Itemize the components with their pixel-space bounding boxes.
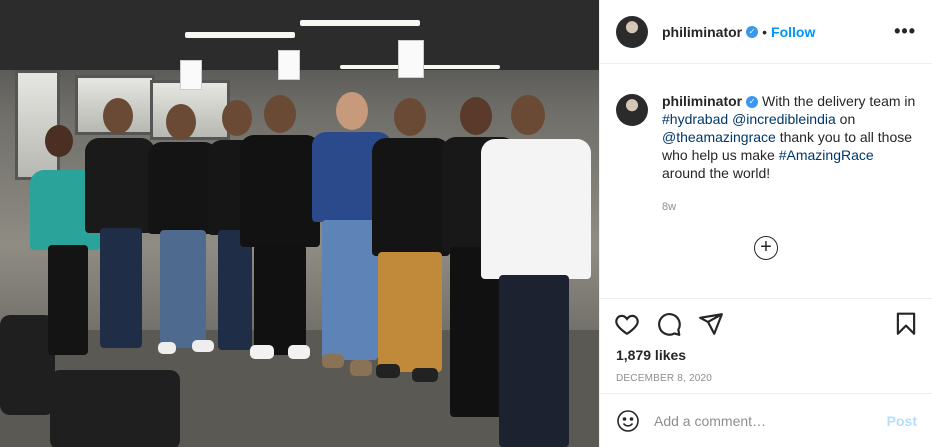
mention-link[interactable]: @theamazingrace [662, 129, 776, 145]
comment-icon[interactable] [656, 311, 682, 337]
mention-link[interactable]: @incredibleindia [732, 111, 836, 127]
caption-username[interactable]: philiminator [662, 93, 742, 109]
post-photo[interactable] [0, 0, 599, 447]
post-header: philiminator ✓ • Follow ••• [600, 0, 932, 64]
hanging-sign [180, 60, 202, 90]
hanging-sign [278, 50, 300, 80]
follow-button[interactable]: Follow [771, 24, 815, 40]
hashtag-link[interactable]: #AmazingRace [779, 147, 874, 163]
post-comment-button[interactable]: Post [887, 413, 917, 429]
share-icon[interactable] [698, 311, 724, 337]
person [372, 98, 450, 388]
action-bar: 1,879 likes December 8, 2020 [600, 298, 932, 384]
time-ago[interactable]: 8w [662, 198, 916, 216]
caption-text: around the world! [662, 165, 771, 181]
emoji-icon[interactable] [616, 409, 640, 433]
likes-count[interactable]: 1,879 likes [600, 343, 932, 363]
hashtag-link[interactable]: #hydrabad [662, 111, 728, 127]
comment-bar: Post [600, 393, 932, 447]
hanging-sign [398, 40, 424, 78]
separator: • [762, 23, 768, 40]
heart-icon[interactable] [614, 311, 640, 337]
username[interactable]: philiminator [662, 24, 742, 40]
person [475, 95, 595, 447]
caption: philiminator ✓ With the delivery team in … [616, 92, 916, 216]
person [240, 95, 320, 365]
person [85, 98, 155, 353]
post-sidebar: philiminator ✓ • Follow ••• philiminator… [599, 0, 932, 447]
caption-text: With the delivery team in [762, 93, 916, 109]
caption-text: on [835, 111, 856, 127]
avatar[interactable] [616, 15, 648, 48]
bookmark-icon[interactable] [893, 311, 919, 337]
more-options-icon[interactable]: ••• [894, 21, 916, 42]
plus-circle-icon[interactable]: + [754, 236, 778, 260]
comment-input[interactable] [654, 412, 887, 429]
avatar[interactable] [616, 94, 648, 126]
ceiling-light [185, 32, 295, 38]
verified-badge-icon: ✓ [746, 96, 759, 109]
verified-badge-icon: ✓ [746, 25, 759, 38]
office-chair [50, 370, 180, 447]
post-date[interactable]: December 8, 2020 [600, 363, 932, 384]
ceiling-light [300, 20, 420, 26]
